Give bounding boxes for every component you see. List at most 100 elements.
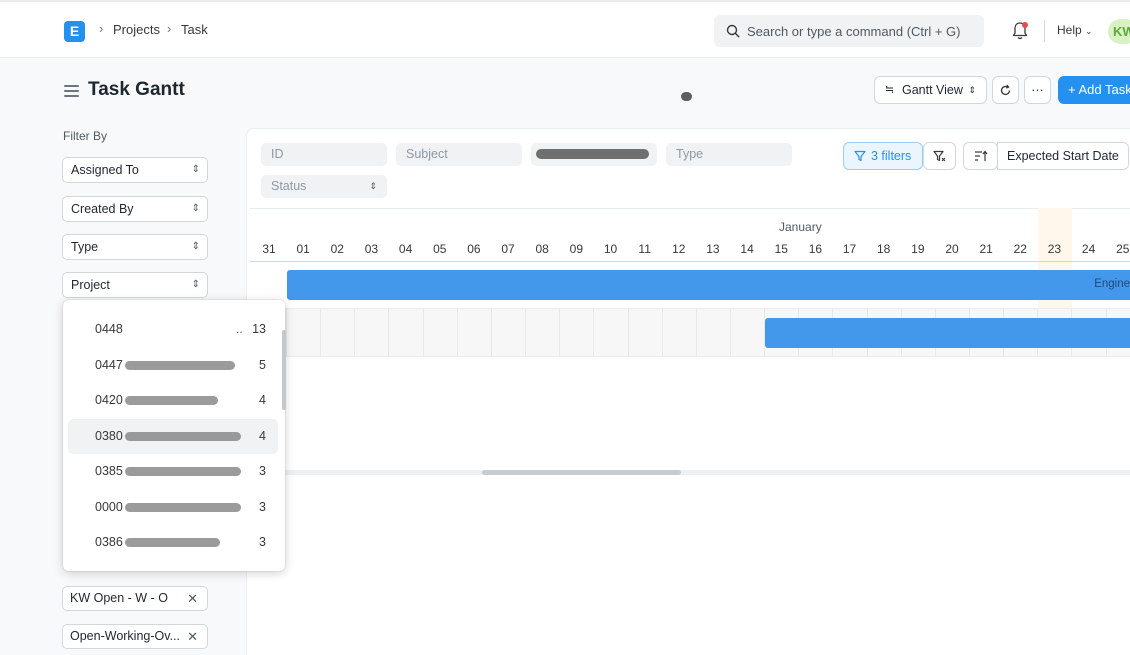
breadcrumb-task[interactable]: Task bbox=[181, 22, 208, 37]
ellipsis-icon: ··· bbox=[1031, 83, 1044, 97]
dropdown-scrollbar[interactable] bbox=[282, 330, 286, 410]
today-highlight bbox=[1038, 208, 1072, 318]
day-label: 12 bbox=[672, 242, 686, 256]
day-label: 20 bbox=[945, 242, 959, 256]
day-label: 09 bbox=[569, 242, 584, 256]
sort-field-button[interactable]: Expected Start Date bbox=[997, 142, 1129, 170]
day-label: 24 bbox=[1081, 242, 1096, 256]
close-icon[interactable]: ✕ bbox=[187, 625, 198, 648]
day-label: 19 bbox=[911, 242, 925, 256]
project-count: 13 bbox=[252, 322, 266, 336]
project-option[interactable]: 0385 3 bbox=[68, 454, 278, 489]
grid-column-line bbox=[354, 309, 356, 356]
grid-column-line bbox=[729, 309, 731, 356]
group-by-type[interactable]: Type ⇕ bbox=[62, 234, 208, 260]
project-code: 0448 bbox=[95, 322, 123, 336]
add-task-button[interactable]: + Add Task bbox=[1058, 76, 1130, 104]
help-menu[interactable]: Help ⌄ bbox=[1057, 23, 1093, 37]
project-option[interactable]: 0000 3 bbox=[68, 490, 278, 525]
top-navbar: E › Projects › Task Search or type a com… bbox=[0, 0, 1130, 58]
page-title: Task Gantt bbox=[88, 79, 185, 100]
filter-x-icon bbox=[933, 150, 946, 162]
project-option[interactable]: 0448.. 13 bbox=[68, 312, 278, 347]
refresh-button[interactable] bbox=[992, 76, 1019, 104]
clear-filters-button[interactable] bbox=[923, 142, 956, 170]
project-count: 3 bbox=[259, 464, 266, 478]
project-option[interactable]: 0386 3 bbox=[68, 525, 278, 560]
more-actions-button[interactable]: ··· bbox=[1024, 76, 1051, 104]
search-input[interactable]: Search or type a command (Ctrl + G) bbox=[714, 15, 984, 47]
grid-column-line bbox=[525, 309, 527, 356]
grid-column-line bbox=[627, 309, 629, 356]
tag-label: KW Open - W - O bbox=[70, 591, 168, 605]
notification-dot bbox=[1022, 22, 1028, 28]
gantt-task-bar[interactable] bbox=[765, 318, 1130, 348]
chevron-updown-icon: ⇕ bbox=[191, 279, 200, 290]
grid-column-line bbox=[456, 309, 458, 356]
project-option[interactable]: 0380 4 bbox=[68, 418, 278, 454]
day-label: 21 bbox=[979, 242, 993, 256]
grid-column-line bbox=[695, 309, 697, 356]
chevron-updown-icon: ⇕ bbox=[191, 241, 200, 252]
subject-filter-input[interactable]: Subject bbox=[396, 143, 522, 166]
grid-column-line bbox=[490, 309, 492, 356]
grid-column-line bbox=[286, 309, 287, 356]
day-label: 14 bbox=[740, 242, 754, 256]
group-label: Assigned To bbox=[71, 163, 139, 177]
group-by-created-by[interactable]: Created By ⇕ bbox=[62, 196, 208, 222]
day-label: 10 bbox=[603, 242, 618, 256]
app-logo[interactable]: E bbox=[64, 21, 85, 42]
day-label: 06 bbox=[467, 242, 481, 256]
saved-filter-tag[interactable]: KW Open - W - O ✕ bbox=[62, 586, 208, 611]
filters-button[interactable]: 3 filters bbox=[843, 142, 923, 170]
close-icon[interactable]: ✕ bbox=[187, 587, 198, 610]
day-label: 07 bbox=[501, 242, 515, 256]
redacted-project-name bbox=[125, 431, 241, 441]
redacted-filter-input[interactable] bbox=[531, 143, 657, 166]
grid-column-line bbox=[661, 309, 663, 356]
grid-column-line bbox=[388, 309, 390, 356]
group-by-project[interactable]: Project ⇕ bbox=[62, 272, 208, 298]
grid-column-line bbox=[559, 309, 561, 356]
group-label: Project bbox=[71, 278, 110, 292]
gantt-task-bar[interactable]: Engine bbox=[287, 270, 1130, 300]
day-label: 11 bbox=[638, 242, 651, 256]
sort-direction-button[interactable] bbox=[963, 142, 998, 170]
day-label: 18 bbox=[877, 242, 891, 256]
status-label: Status bbox=[271, 179, 307, 193]
redacted-text bbox=[536, 149, 649, 159]
gantt-view-button[interactable]: ≒ Gantt View ⇕ bbox=[874, 76, 987, 104]
id-filter-input[interactable]: ID bbox=[261, 143, 387, 166]
day-label: 03 bbox=[364, 242, 379, 256]
grid-column-line bbox=[422, 309, 424, 356]
avatar[interactable]: KW bbox=[1108, 19, 1130, 44]
saved-filter-tag[interactable]: Open-Working-Ov... ✕ bbox=[62, 624, 208, 649]
chevron-down-icon: ⌄ bbox=[1085, 26, 1093, 36]
chevron-updown-icon: ⇕ bbox=[968, 85, 976, 95]
horizontal-scrollbar-track[interactable] bbox=[250, 470, 1130, 475]
project-option[interactable]: 0447 5 bbox=[68, 348, 278, 383]
type-filter-input[interactable]: Type bbox=[666, 143, 792, 166]
day-label: 22 bbox=[1013, 242, 1027, 256]
breadcrumb-projects[interactable]: Projects bbox=[113, 22, 160, 37]
day-label: 16 bbox=[808, 242, 823, 256]
horizontal-scrollbar-thumb[interactable] bbox=[482, 470, 681, 475]
status-filter-select[interactable]: Status ⇕ bbox=[261, 175, 387, 198]
project-option[interactable]: 0420 4 bbox=[68, 383, 278, 418]
gantt-view-label: Gantt View bbox=[902, 83, 963, 97]
day-label: 05 bbox=[433, 242, 447, 256]
row-divider bbox=[250, 356, 1130, 357]
gantt-chart: January 31 01 02 03 04 05 06 07 08 09 10 11 12 13 14 15… bbox=[250, 208, 1130, 478]
group-by-assigned-to[interactable]: Assigned To ⇕ bbox=[62, 157, 208, 183]
project-code: 0447 bbox=[95, 357, 123, 372]
divider bbox=[1044, 20, 1045, 42]
day-label: 13 bbox=[706, 242, 720, 256]
sidebar-toggle-icon[interactable] bbox=[64, 85, 79, 97]
tag-label: Open-Working-Ov... bbox=[70, 629, 180, 643]
day-label: 15 bbox=[774, 242, 788, 256]
day-label: 04 bbox=[398, 242, 413, 256]
search-icon bbox=[726, 24, 740, 38]
redacted-project-name bbox=[125, 538, 220, 547]
day-label: 02 bbox=[330, 242, 344, 256]
refresh-icon bbox=[1000, 84, 1011, 96]
